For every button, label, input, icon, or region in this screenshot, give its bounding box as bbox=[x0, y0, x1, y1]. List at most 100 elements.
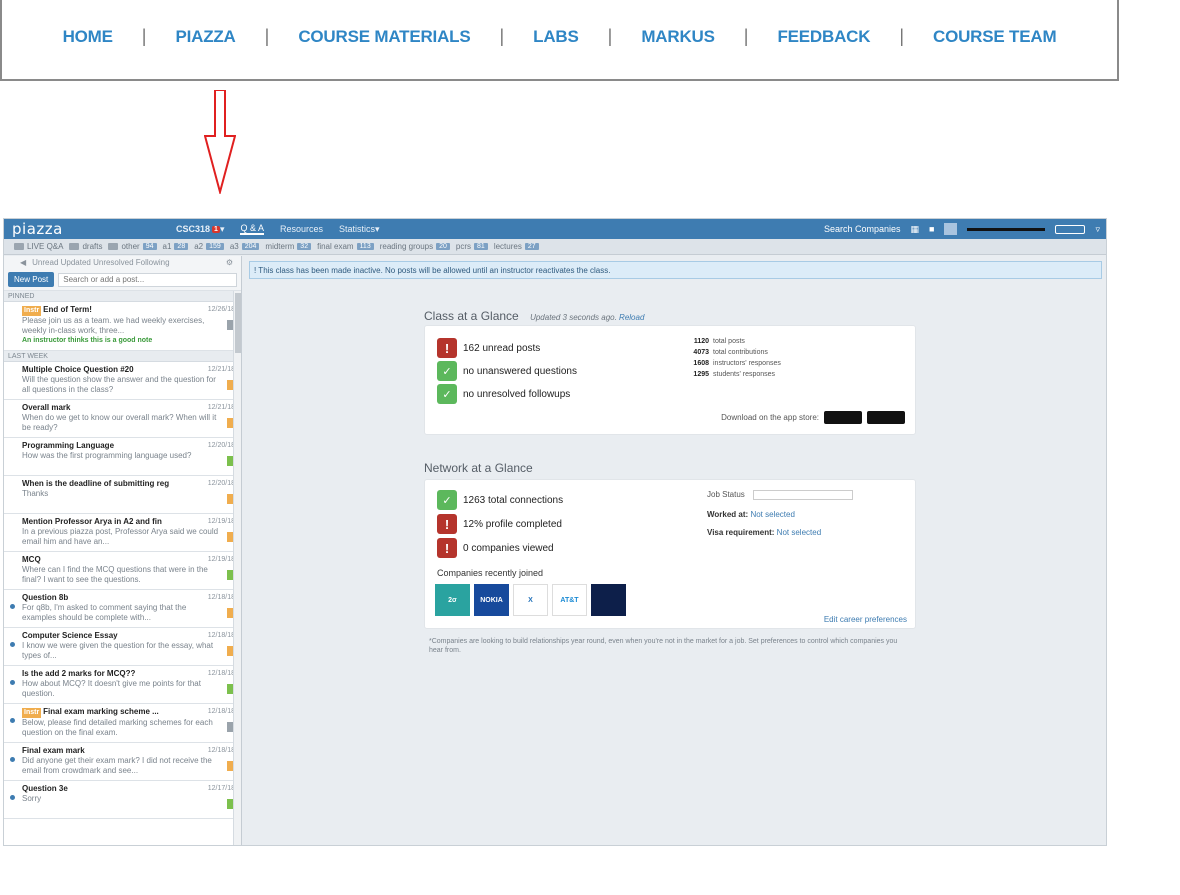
unread-posts-stat: ! 162 unread posts bbox=[437, 338, 540, 358]
nav-item: | LABS bbox=[499, 26, 607, 47]
post-title: Question 8b bbox=[22, 593, 219, 603]
post-title: Is the add 2 marks for MCQ?? bbox=[22, 669, 219, 679]
nav-item: | MARKUS bbox=[608, 26, 744, 47]
folder-label: midterm bbox=[265, 242, 295, 251]
list-item[interactable]: Is the add 2 marks for MCQ?? How about MC… bbox=[4, 666, 241, 704]
search-companies-link[interactable]: Search Companies bbox=[824, 224, 901, 234]
nav-link-course-materials[interactable]: COURSE MATERIALS bbox=[269, 27, 499, 47]
chat-icon[interactable]: ■ bbox=[929, 224, 934, 234]
person-icon[interactable]: ▿ bbox=[1095, 224, 1100, 235]
company-logos: 2σ NOKIA X AT&T bbox=[435, 584, 626, 616]
mini-stat-label: total contributions bbox=[713, 349, 768, 356]
nav-link-home[interactable]: HOME bbox=[34, 27, 142, 47]
post-title: Instr Final exam marking scheme ... bbox=[22, 707, 219, 718]
avatar[interactable] bbox=[944, 223, 958, 235]
post-snippet: In a previous piazza post, Professor Ary… bbox=[22, 527, 219, 546]
post-list-scrollbar[interactable] bbox=[233, 291, 241, 845]
scroll-thumb[interactable] bbox=[235, 293, 241, 353]
list-item[interactable]: Mention Professor Arya in A2 and fin In a… bbox=[4, 514, 241, 552]
edit-career-preferences-link[interactable]: Edit career preferences bbox=[824, 615, 907, 624]
list-item[interactable]: Instr Final exam marking scheme ... Below,… bbox=[4, 704, 241, 743]
google-play-badge[interactable] bbox=[867, 411, 905, 424]
grid-icon[interactable]: ▦ bbox=[911, 224, 920, 235]
post-title: Final exam mark bbox=[22, 746, 219, 756]
nav-item: | COURSE TEAM bbox=[899, 26, 1085, 47]
post-time: 12/18/18 bbox=[207, 594, 235, 601]
worked-at-link[interactable]: Not selected bbox=[750, 510, 794, 519]
class-name: CSC318 bbox=[176, 224, 211, 234]
list-item[interactable]: Final exam mark Did anyone get their exam… bbox=[4, 743, 241, 781]
collapse-icon[interactable]: ◀ bbox=[20, 258, 26, 267]
folder-label: a3 bbox=[229, 242, 239, 251]
list-item[interactable]: Question 3e Sorry 12/17/18 bbox=[4, 781, 241, 819]
nav-link-markus[interactable]: MARKUS bbox=[612, 27, 743, 47]
chevron-down-icon: ▾ bbox=[219, 223, 225, 234]
last-week-section-header[interactable]: LAST WEEK bbox=[4, 351, 241, 362]
list-item[interactable]: Question 8b For q8b, I'm asked to comment… bbox=[4, 590, 241, 628]
class-switcher[interactable]: CSC318 1 ▾ bbox=[176, 224, 224, 235]
nav-link-course-team[interactable]: COURSE TEAM bbox=[904, 27, 1085, 47]
post-snippet: Please join us as a team. we had weekly … bbox=[22, 316, 205, 335]
company-logo[interactable] bbox=[591, 584, 626, 616]
stat-text: 12% profile completed bbox=[463, 518, 562, 530]
post-snippet: How about MCQ? It doesn't give me points… bbox=[22, 679, 201, 698]
gear-icon[interactable]: ⚙ bbox=[226, 258, 233, 267]
user-menu-toggle[interactable] bbox=[1055, 224, 1086, 234]
visa-link[interactable]: Not selected bbox=[777, 528, 821, 537]
post-time: 12/19/18 bbox=[207, 556, 235, 563]
check-icon: ✓ bbox=[437, 361, 457, 381]
list-item[interactable]: Multiple Choice Question #20 Will the que… bbox=[4, 362, 241, 400]
company-logo[interactable]: 2σ bbox=[435, 584, 470, 616]
job-status-select[interactable] bbox=[752, 490, 853, 500]
nav-link-labs[interactable]: LABS bbox=[504, 27, 607, 47]
companies-footnote: *Companies are looking to build relation… bbox=[429, 638, 898, 654]
list-item[interactable]: Overall mark When do we get to know our o… bbox=[4, 400, 241, 438]
tab-resources[interactable]: Resources bbox=[280, 224, 323, 234]
company-logo[interactable]: AT&T bbox=[552, 584, 587, 616]
nav-item: HOME bbox=[34, 27, 142, 47]
visa-row: Visa requirement: Not selected bbox=[707, 528, 821, 537]
folder-item[interactable]: a3 204 bbox=[230, 242, 260, 251]
folder-item[interactable]: other 94 bbox=[108, 242, 157, 251]
list-item[interactable]: Instr End of Term! Please join us as a tea… bbox=[4, 302, 241, 351]
stat-text: no unanswered questions bbox=[463, 365, 577, 377]
list-item[interactable]: When is the deadline of submitting reg Th… bbox=[4, 476, 241, 514]
folder-icon bbox=[69, 243, 80, 250]
company-logo[interactable]: NOKIA bbox=[474, 584, 509, 616]
folder-item[interactable]: pcrs 81 bbox=[456, 242, 488, 251]
reload-link[interactable]: Reload bbox=[619, 313, 644, 322]
unread-dot bbox=[10, 642, 15, 647]
folder-item[interactable]: drafts bbox=[69, 242, 102, 251]
post-time: 12/18/18 bbox=[207, 708, 235, 715]
company-logo[interactable]: X bbox=[513, 584, 548, 616]
search-input[interactable] bbox=[58, 272, 237, 287]
folder-item[interactable]: midterm 32 bbox=[265, 242, 312, 251]
piazza-logo[interactable]: piazza bbox=[4, 220, 176, 238]
tab-statistics[interactable]: Statistics ▾ bbox=[339, 224, 380, 235]
folder-count: 27 bbox=[524, 243, 539, 250]
list-item[interactable]: MCQ Where can I find the MCQ questions th… bbox=[4, 552, 241, 590]
app-store-badge[interactable] bbox=[824, 411, 862, 424]
list-item[interactable]: Computer Science Essay I know we were giv… bbox=[4, 628, 241, 666]
tab-qa[interactable]: Q & A bbox=[240, 223, 264, 235]
user-name-redacted bbox=[967, 227, 1046, 231]
folder-label: a2 bbox=[194, 242, 204, 251]
class-glance-title: Class at a Glance Updated 3 seconds ago.… bbox=[424, 309, 644, 323]
filter-bar[interactable]: ◀ Unread Updated Unresolved Following ⚙ bbox=[4, 256, 241, 269]
folder-item[interactable]: a1 28 bbox=[163, 242, 189, 251]
folder-label: LIVE Q&A bbox=[27, 242, 64, 251]
check-icon: ✓ bbox=[437, 384, 457, 404]
pinned-section-header[interactable]: PINNED bbox=[4, 291, 241, 302]
folder-item[interactable]: reading groups 20 bbox=[380, 242, 450, 251]
mini-stat-label: students' responses bbox=[713, 371, 776, 378]
folder-item[interactable]: lectures 27 bbox=[494, 242, 539, 251]
folder-item[interactable]: LIVE Q&A bbox=[14, 242, 63, 251]
folder-item[interactable]: a2 159 bbox=[194, 242, 224, 251]
list-item[interactable]: Programming Language How was the first pr… bbox=[4, 438, 241, 476]
nav-link-piazza[interactable]: PIAZZA bbox=[146, 27, 264, 47]
nav-link-feedback[interactable]: FEEDBACK bbox=[748, 27, 899, 47]
new-post-button[interactable]: New Post bbox=[8, 272, 55, 287]
post-time: 12/20/18 bbox=[207, 480, 235, 487]
folder-item[interactable]: final exam 113 bbox=[317, 242, 374, 251]
post-title-text: Question 8b bbox=[22, 593, 69, 602]
